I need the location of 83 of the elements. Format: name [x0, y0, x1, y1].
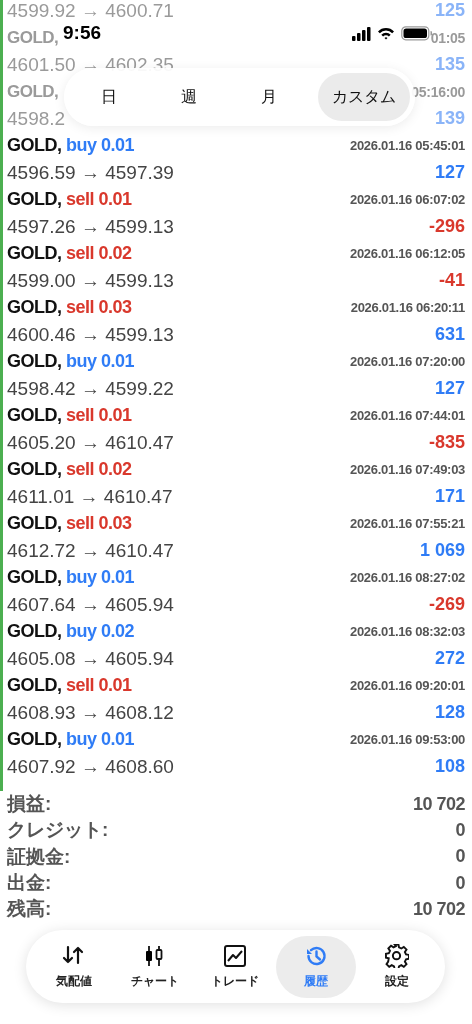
deal-title: GOLD, buy 0.01 — [7, 729, 135, 750]
tab-bar-item[interactable]: 気配値 — [34, 936, 115, 998]
deal-title: GOLD, sell 0.01 — [7, 675, 132, 696]
profit-value: 272 — [434, 648, 465, 669]
price-range: 4597.26 → 4599.13 — [7, 215, 174, 238]
deal-time: 2026.01.16 07:20:00 — [350, 354, 465, 369]
signal-icon — [352, 25, 371, 41]
profit-value: 127 — [434, 378, 465, 399]
summary-value: 10 702 — [412, 793, 465, 815]
price-range: 4601.50 → 4602.35 — [7, 53, 174, 76]
deal-time: 2026.01.16 05:45:01 — [350, 138, 465, 153]
deal-time: 2026.01.16 07:49:03 — [350, 462, 465, 477]
deal-title: GOLD, sell 0.02 — [7, 243, 132, 264]
deal-title: GOLD, — [7, 81, 59, 102]
deal-title: GOLD, buy 0.01 — [7, 567, 135, 588]
deal-time: 05:16:00 — [411, 83, 465, 100]
profit-value: -269 — [428, 594, 465, 615]
price-range: 4605.20 → 4610.47 — [7, 431, 174, 454]
profit-value: 139 — [434, 108, 465, 129]
price-range: 4598.42 → 4599.22 — [7, 377, 174, 400]
deal-time: 2026.01.16 08:32:03 — [350, 624, 465, 639]
profit-value: 171 — [434, 486, 465, 507]
period-tab[interactable]: カスタム — [318, 73, 410, 121]
price-range: 4607.64 → 4605.94 — [7, 593, 174, 616]
deal-time: 2026.01.16 07:44:01 — [350, 408, 465, 423]
tab-bar-item[interactable]: チャート — [114, 936, 196, 998]
summary-value: 10 702 — [412, 898, 465, 920]
summary-value: 0 — [455, 846, 465, 868]
wifi-icon — [377, 26, 395, 40]
summary-value: 0 — [455, 872, 465, 894]
deal-time: 2026.01.16 06:20:11 — [350, 300, 465, 315]
tab-bar-item[interactable]: 設定 — [356, 936, 437, 998]
deal-time: 2026.01.16 06:07:02 — [350, 192, 465, 207]
price-range: 4598.2 — [7, 107, 66, 130]
profit-value: 108 — [434, 756, 465, 777]
deal-title: GOLD, sell 0.03 — [7, 513, 132, 534]
price-range: 4599.92 → 4600.71 — [7, 0, 174, 22]
summary-label: クレジット: — [7, 818, 109, 843]
period-tab[interactable]: 日 — [78, 73, 140, 121]
profit-value: 127 — [434, 162, 465, 183]
summary-label: 証拠金: — [7, 844, 71, 869]
profit-value: -41 — [439, 270, 465, 291]
summary-label: 損益: — [7, 792, 52, 817]
history-icon — [304, 944, 329, 968]
profit-value: 631 — [434, 324, 465, 345]
price-range: 4607.92 → 4608.60 — [7, 755, 174, 778]
profit-value: 135 — [434, 54, 465, 75]
deal-time: 2026.01.16 07:55:21 — [350, 516, 465, 531]
deal-title: GOLD, sell 0.02 — [7, 459, 132, 480]
profit-value: -835 — [428, 432, 465, 453]
price-range: 4600.46 → 4599.13 — [7, 323, 174, 346]
deal-title: GOLD, buy 0.02 — [7, 621, 135, 642]
price-range: 4605.08 → 4605.94 — [7, 647, 174, 670]
deal-time: 2026.01.16 08:27:02 — [350, 570, 465, 585]
deal-title: GOLD, buy 0.01 — [7, 351, 135, 372]
period-tab[interactable]: 月 — [238, 73, 300, 121]
deal-title: GOLD, — [7, 27, 59, 48]
price-range: 4608.93 → 4608.12 — [7, 701, 174, 724]
price-range: 4612.72 → 4610.47 — [7, 539, 174, 562]
price-range: 4599.00 → 4599.13 — [7, 269, 174, 292]
period-tab[interactable]: 週 — [158, 73, 220, 121]
deal-time: 2026.01.16 09:20:01 — [350, 678, 465, 693]
tab-bar-item[interactable]: トレード — [195, 936, 276, 998]
deal-title: GOLD, sell 0.01 — [7, 189, 132, 210]
summary-label: 残高: — [7, 897, 52, 922]
deal-time: 01:05 — [430, 29, 465, 46]
settings-icon — [384, 944, 409, 968]
profit-value: 128 — [434, 702, 465, 723]
profit-value: -296 — [428, 216, 465, 237]
profit-value: 1 069 — [419, 540, 465, 561]
line-chart-icon — [223, 944, 248, 968]
summary-label: 出金: — [7, 871, 52, 896]
profit-value: 125 — [434, 0, 465, 21]
deal-title: GOLD, sell 0.01 — [7, 405, 132, 426]
deal-time: 2026.01.16 09:53:00 — [350, 732, 465, 747]
price-range: 4611.01 → 4610.47 — [7, 485, 173, 508]
deal-time: 2026.01.16 06:12:05 — [350, 246, 465, 261]
clock-time: 9:56 — [63, 22, 102, 44]
price-range: 4596.59 → 4597.39 — [7, 161, 174, 184]
battery-icon — [401, 25, 432, 41]
summary-value: 0 — [455, 819, 465, 841]
deal-title: GOLD, sell 0.03 — [7, 297, 132, 318]
deal-title: GOLD, buy 0.01 — [7, 135, 135, 156]
